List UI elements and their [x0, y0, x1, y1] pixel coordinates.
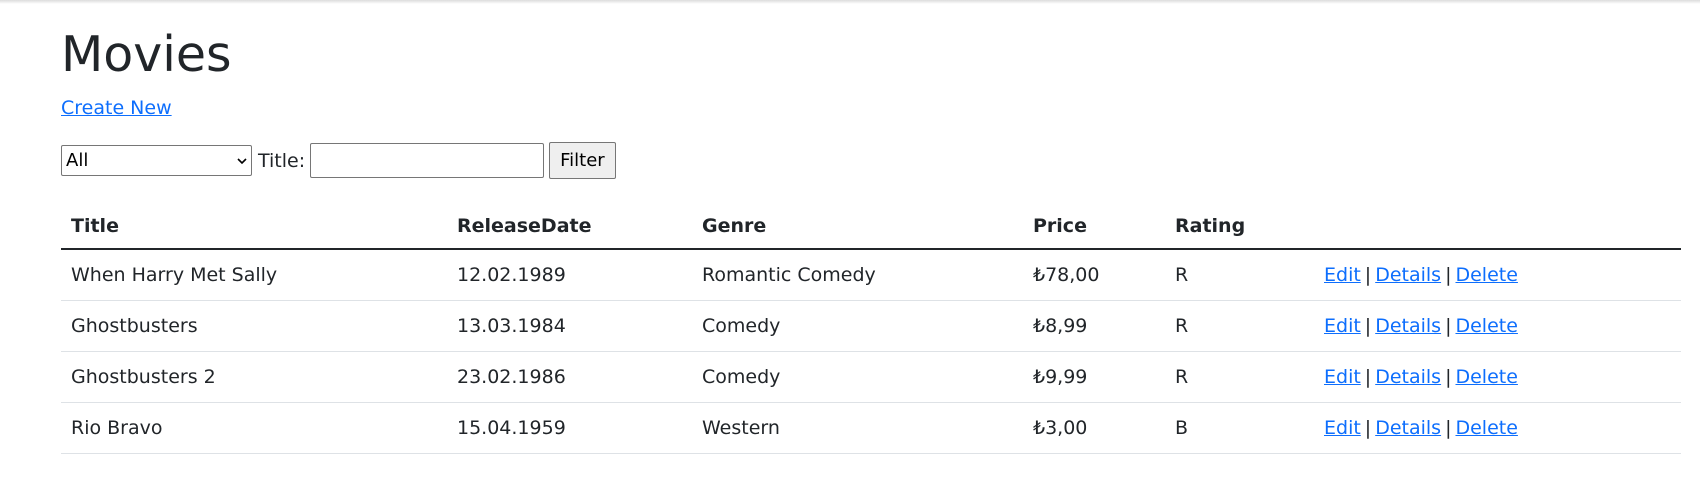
cell-genre: Comedy [692, 300, 1023, 352]
delete-link[interactable]: Delete [1455, 366, 1517, 388]
genre-select-value: All [66, 150, 89, 171]
action-separator: | [1445, 264, 1452, 286]
column-header-rating: Rating [1165, 204, 1314, 250]
details-link[interactable]: Details [1375, 366, 1441, 388]
delete-link[interactable]: Delete [1455, 315, 1517, 337]
cell-actions: Edit | Details | Delete [1314, 351, 1681, 403]
cell-release-date: 13.03.1984 [447, 300, 692, 352]
cell-genre: Comedy [692, 351, 1023, 403]
cell-actions: Edit | Details | Delete [1314, 300, 1681, 352]
movies-table: Title ReleaseDate Genre Price Rating Whe… [61, 204, 1681, 454]
header-row: Title ReleaseDate Genre Price Rating [61, 204, 1681, 250]
edit-link[interactable]: Edit [1324, 264, 1361, 286]
action-separator: | [1364, 315, 1372, 337]
table-body: When Harry Met Sally 12.02.1989 Romantic… [61, 249, 1681, 454]
title-filter-label: Title: [258, 149, 306, 172]
cell-rating: R [1165, 351, 1314, 403]
cell-title: Ghostbusters [61, 300, 447, 352]
details-link[interactable]: Details [1375, 264, 1441, 286]
cell-price: ₺3,00 [1023, 402, 1165, 454]
table-row: Ghostbusters 2 23.02.1986 Comedy ₺9,99 R… [61, 351, 1681, 403]
cell-release-date: 15.04.1959 [447, 402, 692, 454]
cell-release-date: 23.02.1986 [447, 351, 692, 403]
edit-link[interactable]: Edit [1324, 315, 1361, 337]
cell-price: ₺9,99 [1023, 351, 1165, 403]
column-header-title: Title [61, 204, 447, 250]
cell-release-date: 12.02.1989 [447, 249, 692, 301]
page-title: Movies [61, 26, 232, 83]
cell-rating: R [1165, 300, 1314, 352]
column-header-actions [1314, 204, 1681, 250]
action-separator: | [1445, 315, 1452, 337]
create-new-link[interactable]: Create New [61, 96, 172, 120]
column-header-price: Price [1023, 204, 1165, 250]
cell-genre: Romantic Comedy [692, 249, 1023, 301]
table-row: Ghostbusters 13.03.1984 Comedy ₺8,99 R E… [61, 300, 1681, 352]
table-row: Rio Bravo 15.04.1959 Western ₺3,00 B Edi… [61, 402, 1681, 454]
cell-title: Rio Bravo [61, 402, 447, 454]
edit-link[interactable]: Edit [1324, 366, 1361, 388]
title-search-input[interactable] [310, 143, 545, 178]
filter-button[interactable]: Filter [549, 142, 616, 179]
cell-rating: R [1165, 249, 1314, 301]
action-separator: | [1364, 417, 1372, 439]
action-separator: | [1445, 366, 1452, 388]
chevron-down-icon [237, 157, 247, 164]
table-header: Title ReleaseDate Genre Price Rating [61, 204, 1681, 250]
column-header-genre: Genre [692, 204, 1023, 250]
cell-price: ₺78,00 [1023, 249, 1165, 301]
cell-title: When Harry Met Sally [61, 249, 447, 301]
cell-price: ₺8,99 [1023, 300, 1165, 352]
cell-rating: B [1165, 402, 1314, 454]
column-header-release-date: ReleaseDate [447, 204, 692, 250]
action-separator: | [1445, 417, 1452, 439]
genre-select[interactable]: All [61, 145, 252, 176]
filter-form: All Title: Filter [61, 142, 616, 179]
action-separator: | [1364, 366, 1372, 388]
edit-link[interactable]: Edit [1324, 417, 1361, 439]
details-link[interactable]: Details [1375, 417, 1441, 439]
cell-actions: Edit | Details | Delete [1314, 402, 1681, 454]
cell-genre: Western [692, 402, 1023, 454]
details-link[interactable]: Details [1375, 315, 1441, 337]
action-separator: | [1364, 264, 1372, 286]
window-top-shadow [0, 0, 1700, 4]
cell-title: Ghostbusters 2 [61, 351, 447, 403]
table-row: When Harry Met Sally 12.02.1989 Romantic… [61, 249, 1681, 301]
delete-link[interactable]: Delete [1455, 264, 1517, 286]
delete-link[interactable]: Delete [1455, 417, 1517, 439]
cell-actions: Edit | Details | Delete [1314, 249, 1681, 301]
